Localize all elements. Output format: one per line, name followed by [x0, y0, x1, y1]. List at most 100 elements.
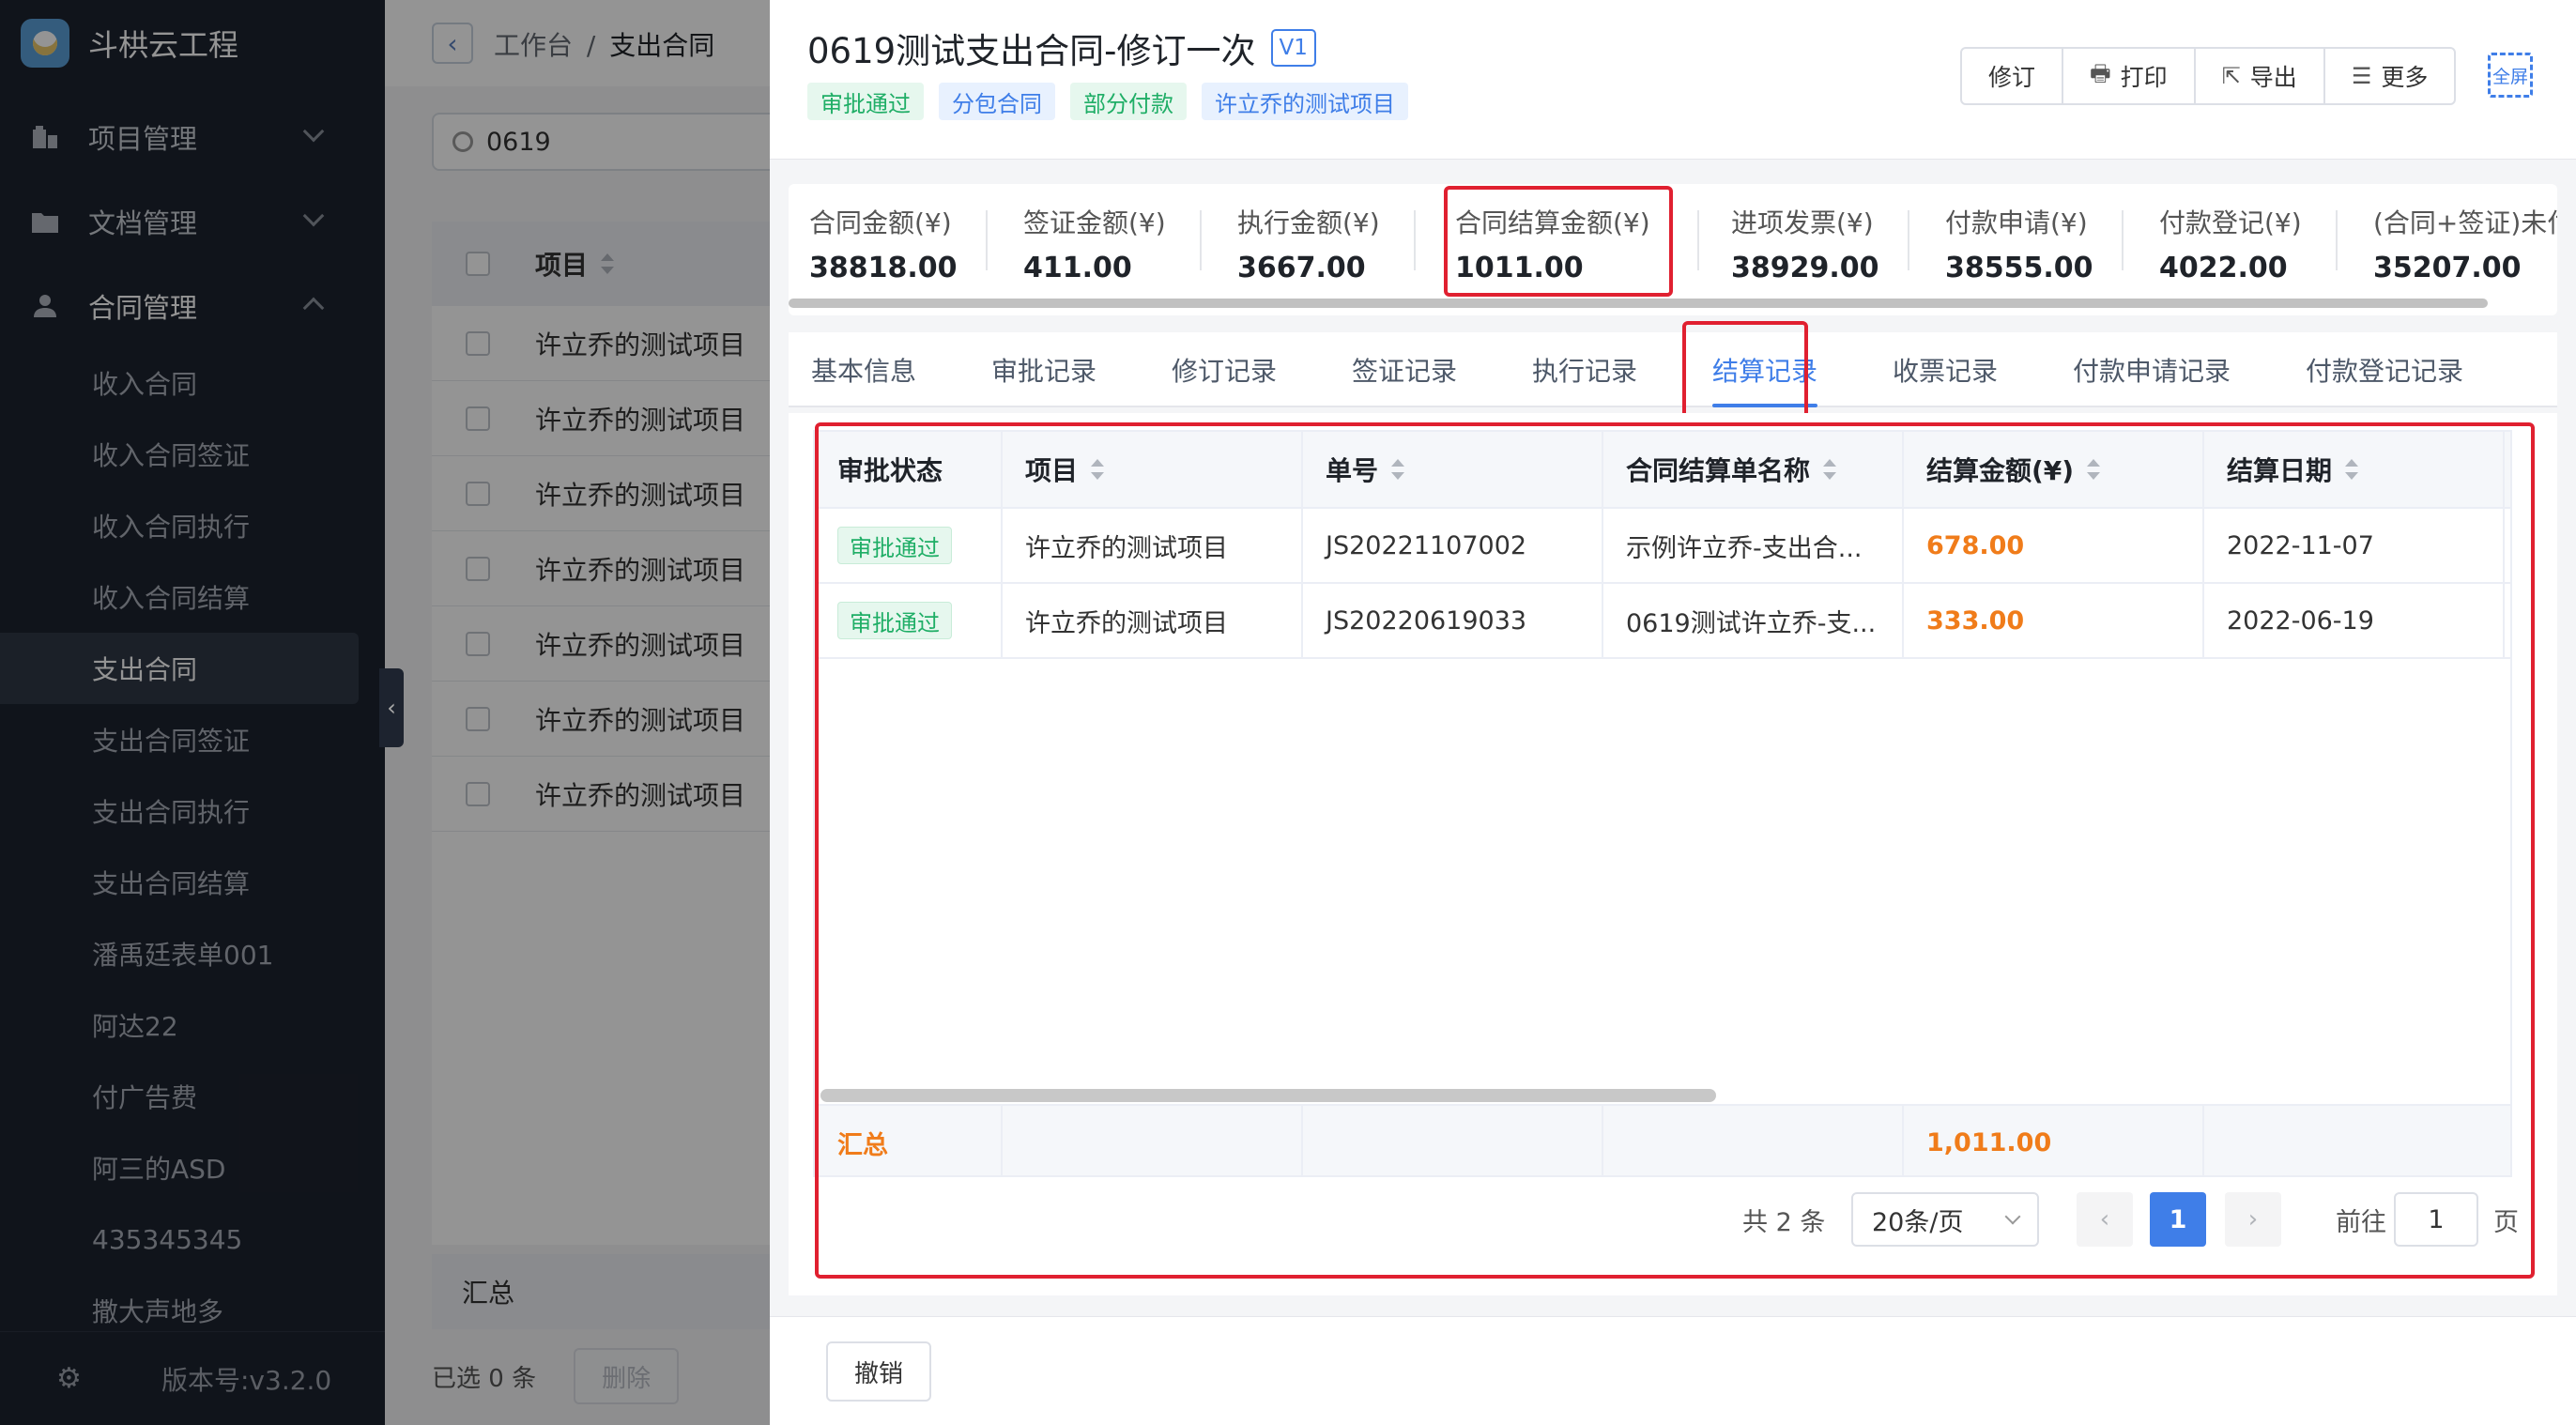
sort-icon[interactable] [1091, 459, 1105, 480]
divider [1908, 210, 1909, 270]
horizontal-scrollbar[interactable] [789, 299, 2488, 308]
action-button-group: 修订 🖶 打印 ⇱ 导出 ☰ 更多 [1960, 47, 2457, 105]
tab-execution[interactable]: 执行记录 [1532, 351, 1637, 389]
status-badge: 审批通过 [837, 527, 952, 564]
contract-type-badge: 分包合同 [939, 83, 1055, 120]
goto-prefix: 前往 [2336, 1207, 2386, 1237]
fullscreen-button[interactable]: 全屏 [2488, 53, 2533, 98]
column-header-name[interactable]: 合同结算单名称 [1603, 432, 1904, 507]
column-header-amount[interactable]: 结算金额(¥) [1904, 432, 2204, 507]
tab-payment-request[interactable]: 付款申请记录 [2073, 351, 2231, 389]
summary-empty [1003, 1106, 1303, 1175]
tab-invoice[interactable]: 收票记录 [1893, 351, 1998, 389]
summary-empty [1603, 1106, 1904, 1175]
revise-label: 修订 [1988, 64, 2036, 91]
chevron-left-icon: ‹ [387, 695, 396, 721]
table-header: 审批状态 项目 单号 合同结算单名称 结算金额(¥) 结算日期 [815, 432, 2510, 509]
chevron-down-icon [2004, 1208, 2021, 1225]
cell-name: 0619测试许立乔-支... [1603, 584, 1904, 657]
page-number-current[interactable]: 1 [2150, 1192, 2206, 1247]
detail-tabs: 基本信息 审批记录 修订记录 签证记录 执行记录 结算记录 收票记录 付款申请记… [789, 332, 2557, 407]
column-header-number[interactable]: 单号 [1303, 432, 1603, 507]
prev-page-button[interactable]: ‹ [2077, 1192, 2133, 1247]
version-badge: V1 [1270, 29, 1316, 67]
column-label: 项目 [1025, 455, 1079, 486]
divider [986, 210, 988, 270]
project-badge: 许立乔的测试项目 [1202, 83, 1408, 120]
stat-value: 38555.00 [1945, 252, 2093, 284]
print-button[interactable]: 🖶 打印 [2063, 49, 2196, 103]
column-header-date[interactable]: 结算日期 [2204, 432, 2505, 507]
sort-icon[interactable] [2087, 459, 2101, 480]
active-tab-indicator [1712, 404, 1817, 407]
revise-button[interactable]: 修订 [1962, 49, 2064, 103]
stat-visa-amount: 签证金额(¥) 411.00 [1023, 203, 1166, 284]
divider [2336, 210, 2338, 270]
cell-status: 审批通过 [815, 584, 1003, 657]
column-label: 合同结算单名称 [1626, 455, 1811, 486]
print-label: 打印 [2120, 64, 2168, 91]
pagination: 共 2 条 20条/页 ‹ 1 › 前往 1 页 [770, 1192, 2576, 1252]
stat-label: 进项发票(¥) [1731, 207, 1874, 238]
stat-value: 411.00 [1023, 252, 1132, 284]
more-button[interactable]: ☰ 更多 [2325, 49, 2455, 103]
horizontal-scrollbar[interactable] [820, 1089, 1716, 1102]
payment-status-badge: 部分付款 [1070, 83, 1187, 120]
stat-settle-amount: 合同结算金额(¥) 1011.00 [1455, 203, 1650, 284]
more-label: 更多 [2381, 64, 2429, 91]
stat-label: 签证金额(¥) [1023, 207, 1166, 238]
table-row[interactable]: 审批通过 许立乔的测试项目 JS20221107002 示例许立乔-支出合...… [815, 509, 2510, 584]
status-tags: 审批通过 分包合同 部分付款 许立乔的测试项目 [807, 83, 1423, 120]
tab-basic-info[interactable]: 基本信息 [811, 351, 916, 389]
stat-payment-request: 付款申请(¥) 38555.00 [1945, 203, 2093, 284]
stat-label: (合同+签证)未付 [2373, 207, 2557, 238]
sidebar-collapse-button[interactable]: ‹ [379, 668, 404, 747]
tab-approval[interactable]: 审批记录 [991, 351, 1096, 389]
column-label: 结算金额(¥) [1926, 455, 2075, 486]
tab-payment-record[interactable]: 付款登记记录 [2306, 351, 2463, 389]
stat-value: 3667.00 [1237, 252, 1366, 284]
sort-icon[interactable] [1823, 459, 1837, 480]
cell-amount: 333.00 [1904, 584, 2204, 657]
column-header-status[interactable]: 审批状态 [815, 432, 1003, 507]
status-badge: 审批通过 [807, 83, 924, 120]
export-icon: ⇱ [2221, 63, 2241, 89]
cell-project: 许立乔的测试项目 [1003, 509, 1303, 582]
column-label: 结算日期 [2227, 455, 2333, 486]
summary-empty [2204, 1106, 2510, 1175]
export-button[interactable]: ⇱ 导出 [2196, 49, 2325, 103]
stat-label: 执行金额(¥) [1237, 207, 1380, 238]
drawer-footer: 撤销 [770, 1316, 2576, 1425]
divider [1697, 210, 1699, 270]
goto-page-input[interactable]: 1 [2394, 1192, 2478, 1247]
stats-strip: 合同金额(¥) 38818.00 签证金额(¥) 411.00 执行金额(¥) 366… [789, 184, 2557, 315]
stat-contract-amount: 合同金额(¥) 38818.00 [809, 203, 958, 284]
contract-detail-drawer: 0619测试支出合同-修订一次 V1 审批通过 分包合同 部分付款 许立乔的测试… [770, 0, 2576, 1425]
page-size-select[interactable]: 20条/页 [1851, 1192, 2039, 1247]
stat-label: 合同结算金额(¥) [1455, 207, 1650, 238]
cancel-button[interactable]: 撤销 [826, 1341, 931, 1402]
summary-empty [1303, 1106, 1603, 1175]
column-header-project[interactable]: 项目 [1003, 432, 1303, 507]
cell-date: 2022-11-07 [2204, 509, 2505, 582]
page-size-value: 20条/页 [1872, 1207, 1964, 1237]
column-label: 审批状态 [837, 455, 943, 486]
drawer-title: 0619测试支出合同-修订一次 V1 [807, 23, 1316, 73]
cell-number: JS20220619033 [1303, 584, 1603, 657]
tab-revision[interactable]: 修订记录 [1172, 351, 1277, 389]
sort-icon[interactable] [2345, 459, 2359, 480]
table-row[interactable]: 审批通过 许立乔的测试项目 JS20220619033 0619测试许立乔-支.… [815, 584, 2510, 659]
fullscreen-label: 全屏 [2492, 66, 2528, 87]
next-page-button[interactable]: › [2225, 1192, 2281, 1247]
summary-label: 汇总 [815, 1106, 1003, 1175]
drawer-header: 0619测试支出合同-修订一次 V1 审批通过 分包合同 部分付款 许立乔的测试… [770, 0, 2576, 160]
cell-project: 许立乔的测试项目 [1003, 584, 1303, 657]
stat-value: 35207.00 [2373, 252, 2522, 284]
tab-visa[interactable]: 签证记录 [1352, 351, 1457, 389]
stat-label: 合同金额(¥) [809, 207, 952, 238]
stat-value: 38818.00 [809, 252, 958, 284]
tab-settlement[interactable]: 结算记录 [1712, 351, 1817, 389]
stat-label: 付款申请(¥) [1945, 207, 2088, 238]
table-summary-row: 汇总 1,011.00 [815, 1104, 2510, 1175]
sort-icon[interactable] [1391, 459, 1405, 480]
